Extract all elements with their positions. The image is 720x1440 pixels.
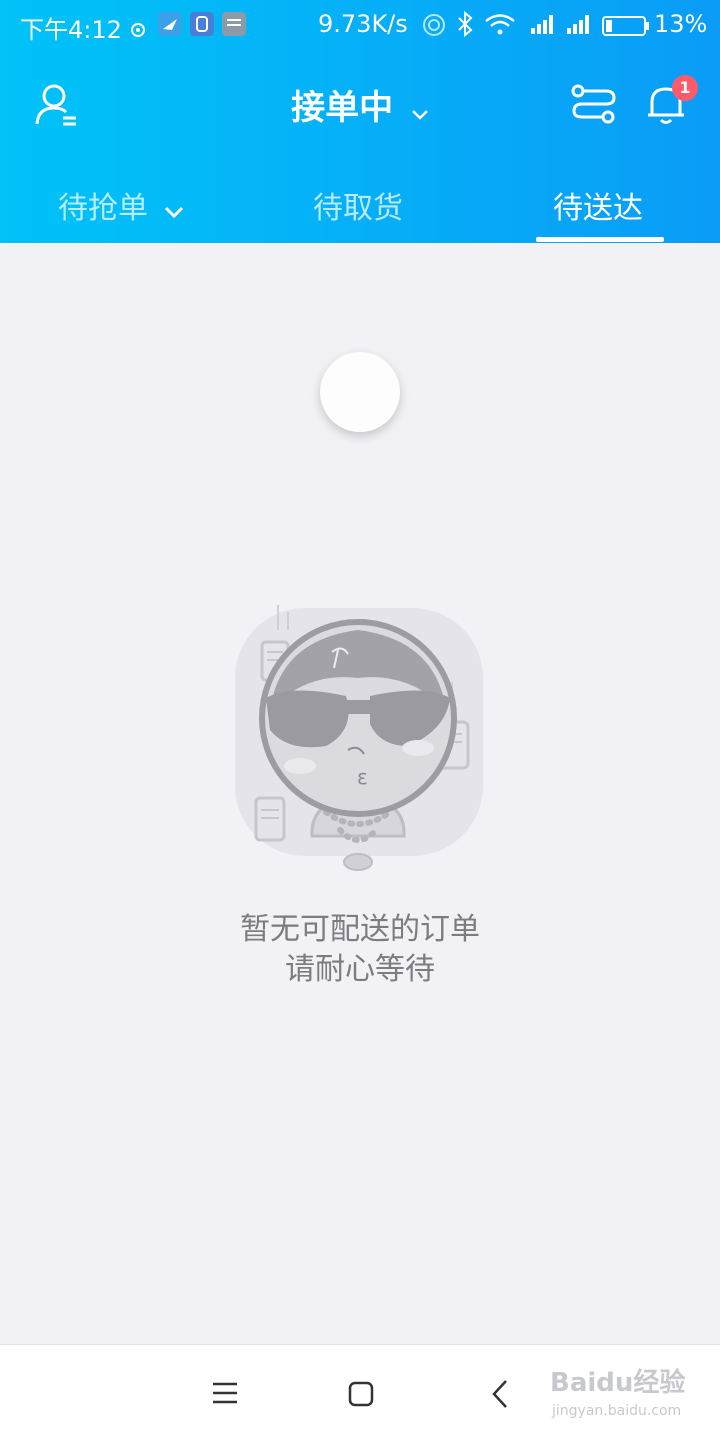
chevron-down-icon (411, 90, 429, 130)
notification-badge: 1 (672, 75, 698, 101)
app-icon-notes (222, 12, 246, 42)
wifi-icon (484, 12, 516, 42)
bluetooth-icon (456, 10, 474, 43)
watermark-logo: Baidu经验 (550, 1368, 686, 1398)
tab-label: 待取货 (313, 191, 403, 226)
tab-pending-grab[interactable]: 待抢单 (58, 183, 184, 227)
tab-label: 待抢单 (58, 191, 148, 226)
status-bar: 下午4:12 9.73K/s 13% (0, 0, 720, 50)
app-icon-q (190, 12, 214, 42)
svg-text:ε: ε (357, 765, 368, 789)
empty-mascot-illustration: ε (230, 600, 490, 880)
status-time: 下午4:12 (20, 16, 122, 44)
battery-icon (602, 14, 650, 42)
menu-icon[interactable] (212, 1381, 238, 1409)
signal-icon-2 (566, 13, 592, 41)
net-speed: 9.73K/s (318, 10, 408, 38)
tab-pending-pickup[interactable]: 待取货 (313, 183, 403, 227)
hotspot-icon (422, 13, 446, 43)
page-title: 接单中 (291, 88, 394, 128)
tab-pending-delivery[interactable]: 待送达 (553, 183, 643, 227)
back-icon[interactable] (490, 1379, 510, 1413)
watermark-url: jingyan.baidu.com (552, 1403, 682, 1419)
tab-label: 待送达 (553, 191, 643, 226)
home-icon[interactable] (348, 1381, 374, 1411)
chevron-down-icon (164, 192, 184, 227)
active-tab-indicator (536, 237, 664, 242)
route-icon[interactable] (570, 84, 616, 128)
app-icon-plane (158, 12, 182, 42)
order-tabs: 待抢单 待取货 待送达 (0, 175, 720, 243)
empty-state-hint: 请耐心等待 (285, 952, 435, 987)
refresh-indicator (320, 352, 400, 432)
battery-percent: 13% (654, 10, 708, 38)
empty-state-message: 暂无可配送的订单 (240, 912, 480, 947)
app-header: 下午4:12 9.73K/s 13% 接单中 1 待抢单 待取货 待送达 (0, 0, 720, 243)
location-icon (130, 16, 146, 44)
signal-icon (530, 13, 556, 41)
